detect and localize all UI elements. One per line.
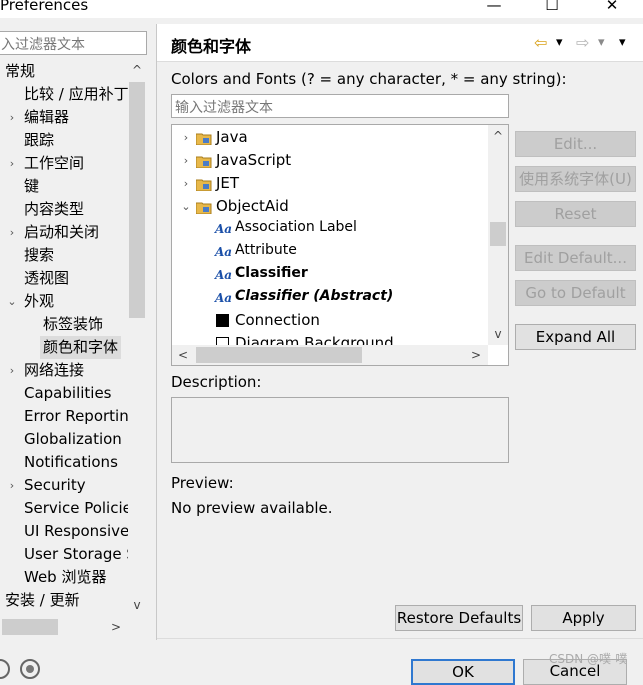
scroll-up-arrow-icon[interactable]: ^: [129, 61, 145, 79]
tree-item-association-label[interactable]: Association Label: [235, 216, 357, 239]
preview-text: No preview available.: [171, 499, 333, 517]
page-title: 颜色和字体: [171, 37, 252, 56]
description-box: [171, 397, 509, 463]
tree-item-attribute[interactable]: Attribute: [235, 239, 297, 262]
tree-item-capabilities[interactable]: Capabilities: [24, 382, 112, 405]
scroll-right-arrow-icon[interactable]: >: [108, 618, 124, 636]
font-icon: Aa: [215, 222, 233, 236]
scroll-down-arrow-icon[interactable]: v: [129, 596, 145, 614]
separator: [157, 638, 643, 639]
tree-item-user-storage[interactable]: User Storage Service: [24, 543, 128, 566]
folder-icon: [195, 177, 212, 192]
preference-tree: › › › ⌄ › › 常规 比较 / 应用补丁 编辑器 跟踪 工作空间 键 内…: [0, 60, 128, 616]
tree-item-workspace[interactable]: 工作空间: [24, 152, 84, 175]
edit-button[interactable]: Edit...: [515, 131, 636, 157]
back-arrow-icon[interactable]: ⇦: [534, 33, 547, 53]
tree-item-classifier[interactable]: Classifier: [235, 262, 308, 285]
tree-item-service-policies[interactable]: Service Policies: [24, 497, 128, 520]
tree-item-connection[interactable]: Connection: [235, 309, 320, 332]
scroll-up-arrow-icon[interactable]: ^: [490, 127, 506, 145]
color-swatch: [216, 337, 229, 345]
preview-label: Preview:: [171, 474, 234, 492]
expand-icon[interactable]: ›: [6, 474, 18, 497]
description-label: Description:: [171, 373, 262, 391]
folder-icon: [195, 131, 212, 146]
tree-item-general[interactable]: 常规: [5, 60, 35, 83]
tree-item-error-reporting[interactable]: Error Reporting: [24, 405, 128, 428]
color-swatch: [216, 314, 229, 327]
expand-icon[interactable]: ›: [180, 126, 192, 149]
expand-icon[interactable]: ›: [6, 359, 18, 382]
left-horizontal-scroll-thumb[interactable]: [2, 619, 58, 635]
tree-horizontal-scroll-thumb[interactable]: [196, 347, 362, 363]
tree-item-perspectives[interactable]: 透视图: [24, 267, 69, 290]
colors-fonts-tree: › Java › JavaScript › JET ⌄ ObjectAid Aa…: [171, 124, 509, 366]
font-icon: Aa: [215, 245, 233, 259]
tree-item-label-decorations[interactable]: 标签装饰: [43, 313, 103, 336]
tree-vertical-scroll-thumb[interactable]: [490, 222, 506, 246]
left-vertical-scroll-thumb[interactable]: [129, 82, 145, 318]
forward-arrow-icon[interactable]: ⇨: [576, 33, 589, 53]
close-button[interactable]: ✕: [597, 0, 627, 18]
collapse-icon[interactable]: ⌄: [6, 290, 18, 313]
tree-item-editors[interactable]: 编辑器: [24, 106, 69, 129]
tree-item-diagram-background[interactable]: Diagram Background: [235, 332, 394, 345]
font-icon: Aa: [215, 268, 233, 282]
font-icon: Aa: [215, 291, 233, 305]
use-system-font-button[interactable]: 使用系统字体(U): [515, 166, 636, 192]
scroll-down-arrow-icon[interactable]: v: [490, 325, 506, 343]
watermark: CSDN @噗-噗: [549, 652, 628, 666]
back-dropdown-icon[interactable]: ▾: [556, 33, 563, 53]
tree-item-install-update[interactable]: 安装 / 更新: [5, 589, 80, 612]
tree-item-colors-and-fonts[interactable]: 颜色和字体: [40, 336, 122, 359]
tree-item-javascript[interactable]: JavaScript: [216, 149, 291, 172]
expand-icon[interactable]: ›: [180, 149, 192, 172]
expand-icon[interactable]: ›: [6, 106, 18, 129]
pane-divider[interactable]: [156, 24, 157, 640]
ok-button[interactable]: OK: [411, 659, 515, 685]
scroll-right-arrow-icon[interactable]: >: [468, 346, 484, 364]
restore-defaults-button[interactable]: Restore Defaults: [395, 605, 523, 631]
filter-label: Colors and Fonts (? = any character, * =…: [171, 70, 567, 88]
tree-item-search[interactable]: 搜索: [24, 244, 54, 267]
tree-item-classifier-abstract[interactable]: Classifier (Abstract): [235, 285, 393, 308]
tree-item-web-browser[interactable]: Web 浏览器: [24, 566, 106, 589]
apply-button[interactable]: Apply: [531, 605, 636, 631]
maximize-button[interactable]: ☐: [537, 0, 567, 18]
view-menu-icon[interactable]: ▾: [619, 33, 626, 53]
forward-dropdown-icon[interactable]: ▾: [598, 33, 605, 53]
expand-all-button[interactable]: Expand All: [515, 324, 636, 350]
reset-button[interactable]: Reset: [515, 201, 636, 227]
expand-icon[interactable]: ›: [6, 221, 18, 244]
settings-icon[interactable]: [20, 659, 40, 679]
folder-icon: [195, 154, 212, 169]
tree-item-keys[interactable]: 键: [24, 175, 39, 198]
tree-item-jet[interactable]: JET: [216, 172, 239, 195]
tree-item-compare-patch[interactable]: 比较 / 应用补丁: [24, 83, 128, 106]
tree-item-content-types[interactable]: 内容类型: [24, 198, 84, 221]
tree-item-security[interactable]: Security: [24, 474, 86, 497]
colors-fonts-filter-input[interactable]: 输入过滤器文本: [171, 94, 509, 118]
expand-icon[interactable]: ›: [6, 152, 18, 175]
edit-default-button[interactable]: Edit Default...: [515, 245, 636, 271]
help-icon[interactable]: [0, 659, 10, 679]
tree-item-appearance[interactable]: 外观: [24, 290, 54, 313]
expand-icon[interactable]: ›: [180, 172, 192, 195]
tree-item-ui-responsiveness[interactable]: UI Responsiveness: [24, 520, 128, 543]
tree-item-globalization[interactable]: Globalization: [24, 428, 122, 451]
folder-icon: [195, 200, 212, 215]
minimize-button[interactable]: —: [479, 0, 509, 18]
tree-item-startup-shutdown[interactable]: 启动和关闭: [24, 221, 99, 244]
window-title: Preferences: [0, 0, 89, 14]
tree-item-notifications[interactable]: Notifications: [24, 451, 118, 474]
scroll-left-arrow-icon[interactable]: <: [175, 346, 191, 364]
tree-item-objectaid[interactable]: ObjectAid: [216, 195, 289, 218]
tree-item-java[interactable]: Java: [216, 126, 248, 149]
go-to-default-button[interactable]: Go to Default: [515, 280, 636, 306]
collapse-icon[interactable]: ⌄: [180, 195, 192, 218]
left-filter-input[interactable]: 入过滤器文本: [0, 31, 147, 55]
tree-item-network-connections[interactable]: 网络连接: [24, 359, 84, 382]
tree-item-tracing[interactable]: 跟踪: [24, 129, 54, 152]
